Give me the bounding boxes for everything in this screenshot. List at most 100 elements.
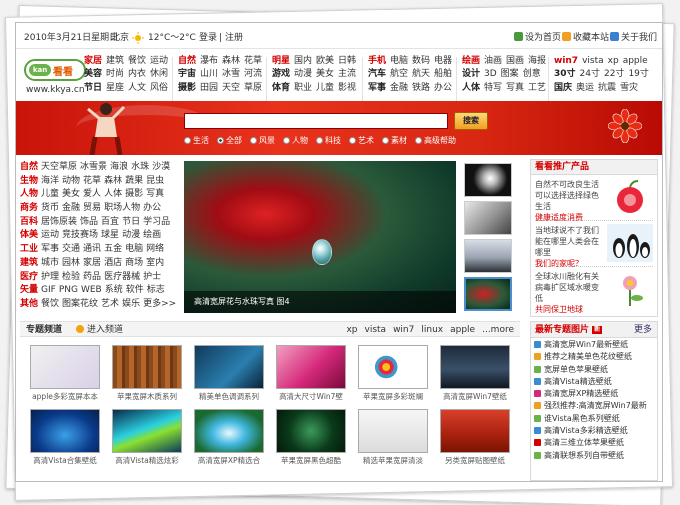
category-link[interactable]: 花草 <box>83 176 101 186</box>
nav-link[interactable]: 抗震 <box>598 83 616 93</box>
wallpaper-card[interactable]: 苹果宽屏黑色超酷 <box>276 409 346 466</box>
nav-link[interactable]: 航空 <box>390 69 408 79</box>
thumbnail[interactable] <box>464 239 512 273</box>
nav-link[interactable]: 风俗 <box>150 83 168 93</box>
nav-link[interactable]: 休闲 <box>150 69 168 79</box>
nav-heading-link[interactable]: 节日 <box>84 83 102 93</box>
nav-link[interactable]: 特写 <box>484 83 502 93</box>
category-link[interactable]: 军事 <box>41 244 59 254</box>
nav-link[interactable]: 花草 <box>244 56 262 66</box>
category-link[interactable]: 餐饮 <box>41 299 59 309</box>
category-link[interactable]: 家居 <box>83 258 101 268</box>
nav-link[interactable]: 19寸 <box>628 69 648 79</box>
category-link[interactable]: 商场 <box>125 258 143 268</box>
special-tag-link[interactable]: vista <box>365 325 387 335</box>
category-link[interactable]: 竞技赛场 <box>62 230 98 240</box>
wallpaper-card[interactable]: 苹果宽屏木质系列 <box>112 345 182 402</box>
wallpaper-card[interactable]: 精美单色调调系列 <box>194 345 264 402</box>
search-scope-radio[interactable]: 生活 <box>184 136 209 145</box>
category-heading[interactable]: 生物 <box>20 176 38 186</box>
bookmark-link[interactable]: 收藏本站 <box>562 32 609 44</box>
wallpaper-thumbnail[interactable] <box>276 345 346 389</box>
latest-item[interactable]: 强烈推荐:高清宽屏Win7最新 <box>534 400 654 412</box>
category-link[interactable]: 饰品 <box>80 217 98 227</box>
nav-link[interactable]: 欧美 <box>316 56 334 66</box>
category-link[interactable]: 贸易 <box>83 203 101 213</box>
category-link[interactable]: 美女 <box>62 189 80 199</box>
nav-link[interactable]: 日韩 <box>338 56 356 66</box>
wallpaper-caption[interactable]: 高清Vista精选炫彩 <box>112 455 182 466</box>
wallpaper-caption[interactable]: 苹果宽屏多彩斑斓 <box>358 391 428 402</box>
wallpaper-thumbnail[interactable] <box>358 345 428 389</box>
thumbnail[interactable] <box>464 201 512 235</box>
category-link[interactable]: 百宜 <box>101 217 119 227</box>
special-tag-link[interactable]: xp <box>346 325 357 335</box>
featured-image[interactable]: 高清宽屏花与水珠写真 图4 <box>184 161 456 313</box>
wallpaper-caption[interactable]: 苹果宽屏黑色超酷 <box>276 455 346 466</box>
nav-link[interactable]: 瀑布 <box>200 56 218 66</box>
wallpaper-caption[interactable]: 高清宽屏XP精选合 <box>194 455 264 466</box>
wallpaper-thumbnail[interactable] <box>30 345 100 389</box>
category-link[interactable]: 酒店 <box>104 258 122 268</box>
nav-link[interactable]: apple <box>623 56 648 66</box>
nav-link[interactable]: 主流 <box>338 69 356 79</box>
nav-heading-link[interactable]: 人体 <box>462 83 480 93</box>
latest-item[interactable]: 高清Vista多彩精选壁纸 <box>534 425 654 437</box>
category-link[interactable]: 居饰原装 <box>41 217 77 227</box>
nav-link[interactable]: 山川 <box>200 69 218 79</box>
nav-link[interactable]: 餐饮 <box>128 56 146 66</box>
nav-link[interactable]: 22寸 <box>604 69 624 79</box>
set-home-link[interactable]: 设为首页 <box>514 32 561 44</box>
nav-heading-link[interactable]: 家居 <box>84 56 102 66</box>
category-link[interactable]: 绘画 <box>143 230 161 240</box>
category-heading[interactable]: 人物 <box>20 189 38 199</box>
latest-item[interactable]: 谁Vista黑色系列壁纸 <box>534 413 654 425</box>
latest-item[interactable]: 高清联想系列自带壁纸 <box>534 450 654 462</box>
category-link[interactable]: 沙漠 <box>152 162 170 172</box>
category-heading[interactable]: 百科 <box>20 217 38 227</box>
special-tag-link[interactable]: ...more <box>482 325 514 335</box>
nav-heading-link[interactable]: 体育 <box>272 83 290 93</box>
nav-link[interactable]: 人文 <box>128 83 146 93</box>
latest-item[interactable]: 宽屏单色苹果壁纸 <box>534 364 654 376</box>
nav-link[interactable]: 铁路 <box>412 83 430 93</box>
category-link[interactable]: 艺术 <box>101 299 119 309</box>
category-link[interactable]: 园林 <box>62 258 80 268</box>
nav-link[interactable]: 3D <box>484 69 497 79</box>
wallpaper-caption[interactable]: 高清宽屏Win7壁纸 <box>440 391 510 402</box>
wallpaper-caption[interactable]: 高清大尺寸Win7壁 <box>276 391 346 402</box>
category-link[interactable]: 动物 <box>62 176 80 186</box>
category-link[interactable]: 图案花纹 <box>62 299 98 309</box>
category-link[interactable]: 货币 <box>41 203 59 213</box>
search-scope-radio[interactable]: 人物 <box>283 136 308 145</box>
wallpaper-thumbnail[interactable] <box>112 345 182 389</box>
search-scope-radio[interactable]: 全部 <box>217 136 242 145</box>
wallpaper-thumbnail[interactable] <box>440 345 510 389</box>
nav-link[interactable]: 国画 <box>506 56 524 66</box>
wallpaper-thumbnail[interactable] <box>112 409 182 453</box>
category-heading[interactable]: 体美 <box>20 230 38 240</box>
category-link[interactable]: 写真 <box>146 189 164 199</box>
category-heading[interactable]: 建筑 <box>20 258 38 268</box>
nav-link[interactable]: 24寸 <box>580 69 600 79</box>
login-link[interactable]: 登录 <box>199 32 217 44</box>
nav-link[interactable]: 数码 <box>412 56 430 66</box>
category-link[interactable]: 护士 <box>143 272 161 282</box>
register-link[interactable]: 注册 <box>225 32 243 44</box>
nav-link[interactable]: 海报 <box>528 56 546 66</box>
latest-item[interactable]: 高清Vista精选壁纸 <box>534 376 654 388</box>
special-tag-link[interactable]: linux <box>421 325 443 335</box>
category-heading[interactable]: 矢量 <box>20 285 38 295</box>
nav-heading-link[interactable]: 摄影 <box>178 83 196 93</box>
category-link[interactable]: 海洋 <box>41 176 59 186</box>
nav-heading-link[interactable]: 自然 <box>178 56 196 66</box>
category-link[interactable]: 球星 <box>101 230 119 240</box>
category-heading[interactable]: 自然 <box>20 162 38 172</box>
nav-link[interactable]: 建筑 <box>106 56 124 66</box>
category-heading[interactable]: 商务 <box>20 203 38 213</box>
promo-item[interactable]: 当地球说不了我们能在哪里人类会在哪里 我们的家呢？ <box>535 221 653 268</box>
category-link[interactable]: 系统 <box>105 285 123 295</box>
category-link[interactable]: 水珠 <box>131 162 149 172</box>
special-tag-link[interactable]: win7 <box>393 325 414 335</box>
category-heading[interactable]: 工业 <box>20 244 38 254</box>
